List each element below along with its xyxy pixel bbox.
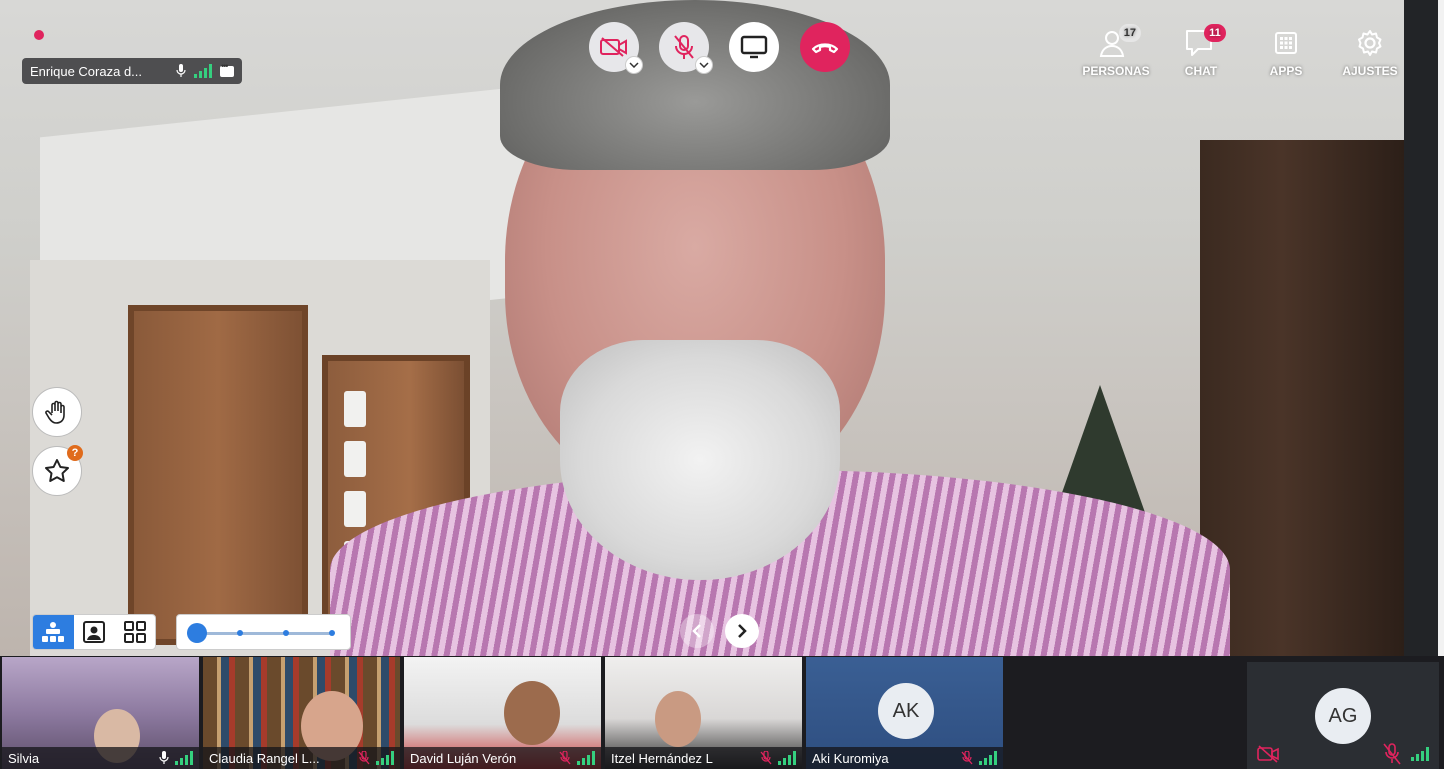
participant-face (504, 681, 560, 745)
signal-strength-icon (175, 751, 193, 765)
chevron-left-icon (692, 624, 701, 638)
microphone-icon (159, 751, 169, 764)
nav-personas[interactable]: 17 PERSONAS (1082, 24, 1150, 78)
participant-name: Itzel Hernández L (611, 750, 713, 766)
nav-label: APPS (1269, 64, 1303, 78)
speaker-name-pill: Enrique Coraza d... (22, 58, 242, 84)
speaker-name: Enrique Coraza d... (30, 63, 143, 79)
right-edge-panel (1404, 0, 1444, 660)
chevron-down-icon[interactable] (695, 56, 713, 74)
layout-switcher (32, 614, 156, 650)
microphone-off-icon[interactable] (1383, 743, 1401, 765)
signal-strength-icon (979, 751, 997, 765)
tile-size-slider[interactable] (176, 614, 351, 650)
scene-door (128, 305, 308, 645)
participant-tile[interactable]: Claudia Rangel L... (203, 657, 402, 769)
camera-toggle-button[interactable] (589, 22, 643, 74)
participant-name: David Luján Verón (410, 750, 517, 766)
previous-page-button[interactable] (680, 614, 714, 648)
microphone-icon (176, 64, 186, 77)
presenter-layout-icon (42, 622, 65, 642)
participant-label: Itzel Hernández L (605, 747, 802, 769)
star-icon (45, 459, 69, 482)
slider-tick (329, 630, 335, 636)
nav-chat[interactable]: 11 CHAT (1174, 24, 1228, 78)
speaker-beard (560, 340, 840, 580)
nav-apps[interactable]: APPS (1262, 28, 1310, 78)
star-rating-button[interactable]: ? (32, 445, 83, 496)
participant-tile[interactable]: David Luján Verón (404, 657, 603, 769)
video-call-window: Enrique Coraza d... 17 PERSONAS 11 CHAT (0, 0, 1444, 769)
microphone-off-icon (559, 751, 571, 765)
video-off-icon[interactable] (1257, 745, 1281, 763)
help-badge: ? (67, 445, 83, 461)
monitor-icon (740, 35, 768, 59)
speaker-layout-button[interactable] (33, 615, 74, 649)
participant-label: Claudia Rangel L... (203, 747, 400, 769)
chevron-right-icon (738, 624, 747, 638)
single-view-button[interactable] (74, 615, 115, 649)
signal-strength-icon (376, 751, 394, 765)
microphone-off-icon (760, 751, 772, 765)
microphone-toggle-button[interactable] (659, 22, 713, 74)
participant-name: Claudia Rangel L... (209, 750, 320, 766)
signal-strength-icon (194, 64, 212, 78)
hand-wave-icon (45, 400, 65, 424)
microphone-off-icon (358, 751, 370, 765)
participant-face (655, 691, 701, 747)
nav-label: PERSONAS (1082, 64, 1150, 78)
recording-dot-icon (34, 30, 44, 40)
grid-view-button[interactable] (114, 615, 155, 649)
participant-label: Aki Kuromiya (806, 747, 1003, 769)
slider-tick (237, 630, 243, 636)
more-options-icon[interactable] (220, 61, 234, 77)
slider-tick (283, 630, 289, 636)
slider-handle[interactable] (187, 623, 207, 643)
participant-avatar: AK (878, 683, 934, 739)
apps-grid-icon (1275, 32, 1297, 54)
scene-cabinet (1200, 140, 1404, 660)
signal-strength-icon (577, 751, 595, 765)
hang-up-button[interactable] (800, 22, 850, 72)
slider-track (199, 632, 334, 635)
participant-tile[interactable]: AK Aki Kuromiya (806, 657, 1005, 769)
gear-icon (1358, 30, 1382, 56)
participant-tile[interactable]: Silvia (2, 657, 201, 769)
participant-tile[interactable]: Itzel Hernández L (605, 657, 804, 769)
participant-name: Aki Kuromiya (812, 750, 889, 766)
chevron-down-icon[interactable] (625, 56, 643, 74)
self-view-tile[interactable]: AG (1247, 662, 1439, 769)
raise-hand-button[interactable] (32, 387, 82, 437)
participant-label: David Luján Verón (404, 747, 601, 769)
self-status-bar (1247, 739, 1439, 769)
microphone-off-icon (674, 35, 694, 59)
phone-hangup-icon (811, 43, 839, 54)
signal-strength-icon (778, 751, 796, 765)
nav-ajustes[interactable]: AJUSTES (1340, 28, 1400, 78)
signal-strength-icon (1411, 747, 1429, 761)
screen-share-button[interactable] (729, 22, 779, 72)
video-off-icon (600, 37, 627, 57)
microphone-off-icon (961, 751, 973, 765)
self-avatar: AG (1315, 688, 1371, 744)
personas-count-badge: 17 (1118, 24, 1141, 42)
participant-name: Silvia (8, 750, 40, 766)
chat-unread-badge: 11 (1204, 24, 1226, 42)
nav-label: CHAT (1184, 64, 1218, 78)
person-frame-icon (83, 621, 105, 643)
nav-label: AJUSTES (1342, 64, 1398, 78)
next-page-button[interactable] (725, 614, 759, 648)
grid-icon (123, 621, 146, 643)
participant-label: Silvia (2, 747, 199, 769)
main-speaker-video (0, 0, 1404, 660)
